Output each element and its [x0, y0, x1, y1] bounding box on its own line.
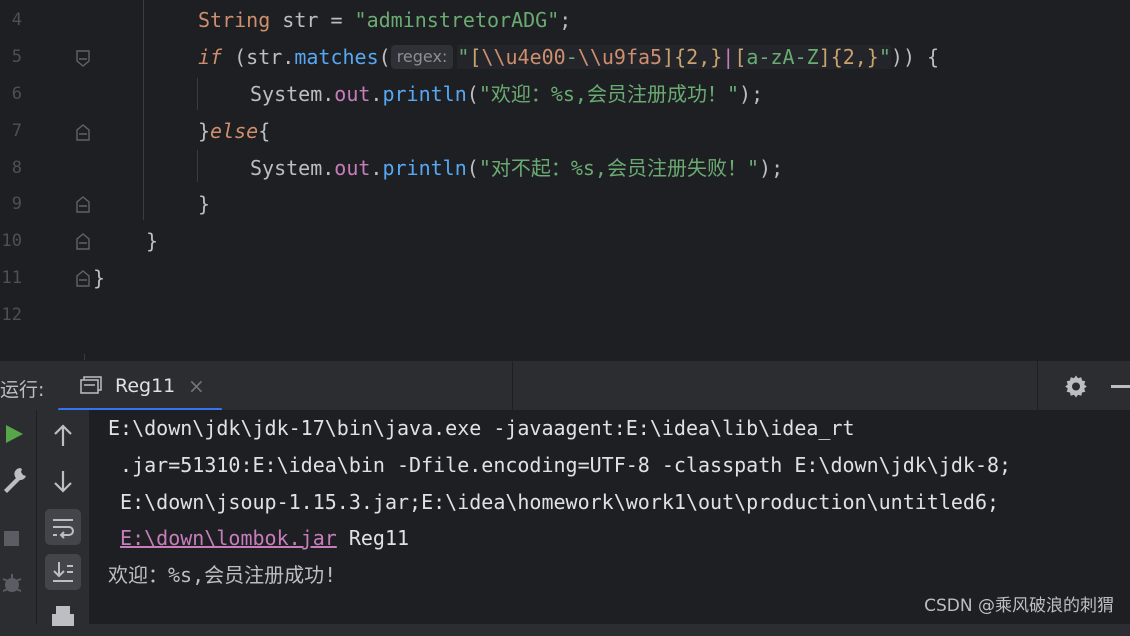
console-line: E:\down\lombok.jar Reg11: [120, 526, 410, 550]
run-label: 运行:: [0, 379, 45, 401]
scroll-to-end-icon[interactable]: [45, 554, 81, 590]
line-number: 11: [1, 268, 22, 288]
line-number: 6: [11, 84, 22, 104]
run-icon[interactable]: [0, 416, 36, 452]
code-line-10: }: [146, 229, 159, 253]
editor-gutter: 4 5 6 7 8 9 10 11 12: [0, 0, 90, 360]
console-icon: [80, 376, 102, 394]
code-line-11: }: [93, 266, 106, 290]
line-number: 9: [11, 194, 22, 214]
tab-reg11[interactable]: Reg11 ×: [58, 361, 222, 411]
fold-icon[interactable]: [75, 232, 91, 250]
stop-icon[interactable]: [0, 520, 36, 556]
program-output: 欢迎：%s,会员注册成功!: [108, 563, 337, 587]
code-line-4: String str = "adminstretorADG";: [198, 8, 572, 32]
parameter-hint: regex:: [390, 44, 454, 69]
bug-icon[interactable]: [0, 566, 36, 602]
close-icon[interactable]: ×: [188, 374, 205, 398]
print-icon[interactable]: [45, 600, 81, 636]
line-number: 7: [11, 121, 22, 141]
line-number: 10: [1, 231, 22, 251]
console-line: E:\down\jdk\jdk-17\bin\java.exe -javaage…: [108, 416, 855, 440]
watermark: CSDN @乘风破浪的刺猬: [924, 596, 1114, 616]
run-tool-window-header: 运行: Reg11 ×: [0, 360, 1130, 411]
indent-guide: [143, 0, 144, 220]
line-number: 5: [11, 47, 22, 67]
fold-icon[interactable]: [75, 195, 91, 213]
arrow-down-icon[interactable]: [45, 463, 81, 499]
fold-icon[interactable]: [75, 50, 91, 68]
code-editor[interactable]: 4 5 6 7 8 9 10 11 12 String str = "admin…: [0, 0, 1130, 360]
run-toolbar-secondary: [37, 410, 90, 626]
console-output[interactable]: E:\down\jdk\jdk-17\bin\java.exe -javaage…: [90, 410, 1130, 624]
indent-guide: [197, 78, 198, 110]
indent-guide: [197, 150, 198, 182]
arrow-up-icon[interactable]: [45, 418, 81, 454]
minimize-icon[interactable]: [1111, 385, 1130, 388]
code-line-8: System.out.println("对不起：%s,会员注册失败！");: [250, 156, 784, 180]
classpath-link[interactable]: E:\down\lombok.jar: [120, 526, 337, 550]
code-line-6: System.out.println("欢迎：%s,会员注册成功！");: [250, 82, 764, 106]
console-line: E:\down\jsoup-1.15.3.jar;E:\idea\homewor…: [108, 490, 1000, 514]
line-number: 4: [11, 10, 22, 30]
soft-wrap-icon[interactable]: [45, 509, 81, 545]
fold-icon[interactable]: [75, 123, 91, 141]
code-line-7: }else{: [198, 119, 271, 143]
line-number: 8: [11, 158, 22, 178]
tab-label: Reg11: [115, 375, 176, 397]
fold-icon[interactable]: [75, 269, 91, 287]
wrench-icon[interactable]: [0, 462, 36, 498]
code-line-9: }: [198, 192, 211, 216]
run-toolbar-primary: [0, 410, 37, 624]
code-line-5: if (str.matches(regex: "[\\u4e00-\\u9fa5]…: [198, 44, 940, 69]
console-line: .jar=51310:E:\idea\bin -Dfile.encoding=U…: [108, 453, 1012, 477]
gear-icon[interactable]: [1064, 374, 1088, 398]
header-divider: [512, 361, 513, 411]
line-number: 12: [1, 305, 22, 325]
header-divider: [1037, 361, 1038, 411]
